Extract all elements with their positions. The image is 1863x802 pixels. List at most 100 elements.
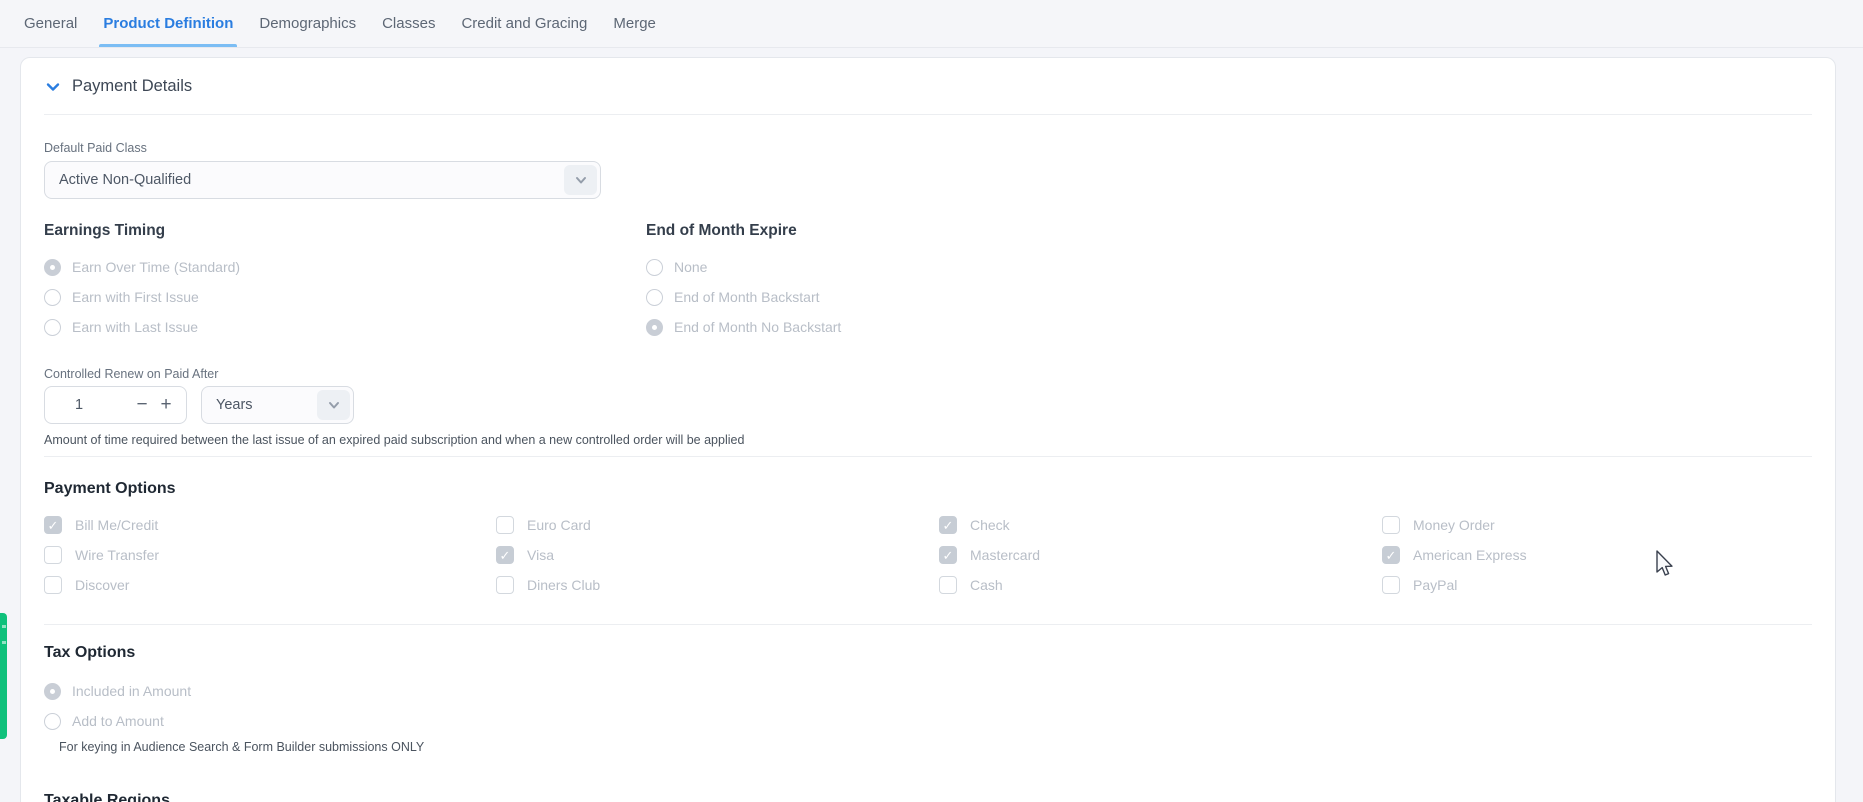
- payment-details-header[interactable]: Payment Details: [44, 58, 1812, 96]
- radio-eom-backstart[interactable]: End of Month Backstart: [646, 282, 841, 312]
- tab-product-definition[interactable]: Product Definition: [101, 0, 235, 47]
- chevron-down-icon: [574, 173, 588, 187]
- divider: [44, 456, 1812, 457]
- radio-button[interactable]: [44, 259, 61, 276]
- renew-unit-select[interactable]: Years: [201, 386, 354, 424]
- checkbox[interactable]: [939, 546, 957, 564]
- checkbox-label: Euro Card: [527, 517, 591, 533]
- checkbox[interactable]: [44, 546, 62, 564]
- checkbox-discover[interactable]: Discover: [44, 570, 496, 600]
- decrement-button[interactable]: −: [130, 390, 154, 420]
- radio-included-in-amount[interactable]: Included in Amount: [44, 676, 1812, 706]
- increment-button[interactable]: +: [154, 390, 178, 420]
- radio-label: None: [674, 259, 707, 275]
- checkbox-label: American Express: [1413, 547, 1527, 563]
- checkbox-label: Cash: [970, 577, 1003, 593]
- radio-button[interactable]: [646, 259, 663, 276]
- product-definition-panel: Payment Details Default Paid Class Activ…: [20, 57, 1836, 802]
- checkbox-cash[interactable]: Cash: [939, 570, 1382, 600]
- checkbox-money-order[interactable]: Money Order: [1382, 510, 1812, 540]
- end-of-month-expire-group: End of Month Expire None End of Month Ba…: [646, 222, 841, 342]
- checkbox-wire-transfer[interactable]: Wire Transfer: [44, 540, 496, 570]
- tab-classes[interactable]: Classes: [380, 0, 437, 47]
- checkbox[interactable]: [496, 516, 514, 534]
- checkbox-euro-card[interactable]: Euro Card: [496, 510, 939, 540]
- tax-options-group: Included in Amount Add to Amount: [44, 676, 1812, 736]
- end-of-month-expire-title: End of Month Expire: [646, 222, 841, 240]
- earnings-timing-title: Earnings Timing: [44, 222, 646, 240]
- tax-options-title: Tax Options: [44, 644, 1812, 662]
- radio-label: Earn with First Issue: [72, 289, 199, 305]
- toast-notification-sliver[interactable]: [0, 613, 7, 739]
- checkbox-diners-club[interactable]: Diners Club: [496, 570, 939, 600]
- checkbox-label: Wire Transfer: [75, 547, 159, 563]
- checkbox-visa[interactable]: Visa: [496, 540, 939, 570]
- radio-none[interactable]: None: [646, 252, 841, 282]
- checkbox-label: Bill Me/Credit: [75, 517, 158, 533]
- radio-label: Earn Over Time (Standard): [72, 259, 240, 275]
- checkbox[interactable]: [1382, 546, 1400, 564]
- section-title: Payment Details: [72, 77, 192, 96]
- checkbox-label: Visa: [527, 547, 554, 563]
- taxable-regions-title: Taxable Regions: [44, 792, 1812, 802]
- checkbox-american-express[interactable]: American Express: [1382, 540, 1812, 570]
- default-paid-class-select[interactable]: Active Non-Qualified: [44, 161, 601, 199]
- tab-bar: General Product Definition Demographics …: [0, 0, 1863, 48]
- radio-button[interactable]: [646, 289, 663, 306]
- radio-button[interactable]: [44, 319, 61, 336]
- payment-options-title: Payment Options: [44, 480, 1812, 498]
- radio-add-to-amount[interactable]: Add to Amount: [44, 706, 1812, 736]
- stepper-value[interactable]: 1: [45, 397, 130, 413]
- controlled-renew-help: Amount of time required between the last…: [44, 433, 1812, 447]
- checkbox[interactable]: [1382, 516, 1400, 534]
- tax-options-help: For keying in Audience Search & Form Bui…: [59, 740, 1812, 754]
- tab-demographics[interactable]: Demographics: [257, 0, 358, 47]
- default-paid-class-label: Default Paid Class: [44, 141, 1812, 155]
- checkbox[interactable]: [1382, 576, 1400, 594]
- radio-earn-last-issue[interactable]: Earn with Last Issue: [44, 312, 646, 342]
- radio-label: Add to Amount: [72, 713, 164, 729]
- checkbox-check[interactable]: Check: [939, 510, 1382, 540]
- radio-label: End of Month No Backstart: [674, 319, 841, 335]
- checkbox-bill-me-credit[interactable]: Bill Me/Credit: [44, 510, 496, 540]
- checkbox-mastercard[interactable]: Mastercard: [939, 540, 1382, 570]
- radio-label: End of Month Backstart: [674, 289, 820, 305]
- checkbox[interactable]: [44, 516, 62, 534]
- divider: [44, 114, 1812, 115]
- checkbox-label: Mastercard: [970, 547, 1040, 563]
- radio-button[interactable]: [44, 289, 61, 306]
- checkbox-label: Money Order: [1413, 517, 1495, 533]
- checkbox[interactable]: [496, 546, 514, 564]
- controlled-renew-label: Controlled Renew on Paid After: [44, 367, 1812, 381]
- chevron-down-icon: [327, 398, 341, 412]
- radio-button[interactable]: [44, 713, 61, 730]
- tab-general[interactable]: General: [22, 0, 79, 47]
- checkbox-label: Check: [970, 517, 1010, 533]
- renew-unit-value: Years: [202, 397, 253, 413]
- select-chevron-button[interactable]: [317, 390, 350, 420]
- tab-credit-and-gracing[interactable]: Credit and Gracing: [459, 0, 589, 47]
- radio-button[interactable]: [646, 319, 663, 336]
- chevron-down-icon: [44, 78, 62, 96]
- radio-label: Earn with Last Issue: [72, 319, 198, 335]
- radio-earn-first-issue[interactable]: Earn with First Issue: [44, 282, 646, 312]
- checkbox[interactable]: [939, 516, 957, 534]
- divider: [44, 624, 1812, 625]
- checkbox-paypal[interactable]: PayPal: [1382, 570, 1812, 600]
- checkbox-label: Diners Club: [527, 577, 600, 593]
- radio-eom-no-backstart[interactable]: End of Month No Backstart: [646, 312, 841, 342]
- earnings-timing-group: Earnings Timing Earn Over Time (Standard…: [44, 222, 646, 342]
- select-chevron-button[interactable]: [564, 165, 597, 195]
- checkbox[interactable]: [496, 576, 514, 594]
- radio-button[interactable]: [44, 683, 61, 700]
- radio-earn-over-time[interactable]: Earn Over Time (Standard): [44, 252, 646, 282]
- default-paid-class-value: Active Non-Qualified: [45, 172, 191, 188]
- checkbox-label: PayPal: [1413, 577, 1457, 593]
- checkbox-label: Discover: [75, 577, 129, 593]
- radio-label: Included in Amount: [72, 683, 191, 699]
- controlled-renew-stepper: 1 − +: [44, 386, 187, 424]
- checkbox[interactable]: [939, 576, 957, 594]
- checkbox[interactable]: [44, 576, 62, 594]
- payment-options-grid: Bill Me/Credit Euro Card Check Money Ord…: [44, 510, 1812, 600]
- tab-merge[interactable]: Merge: [611, 0, 658, 47]
